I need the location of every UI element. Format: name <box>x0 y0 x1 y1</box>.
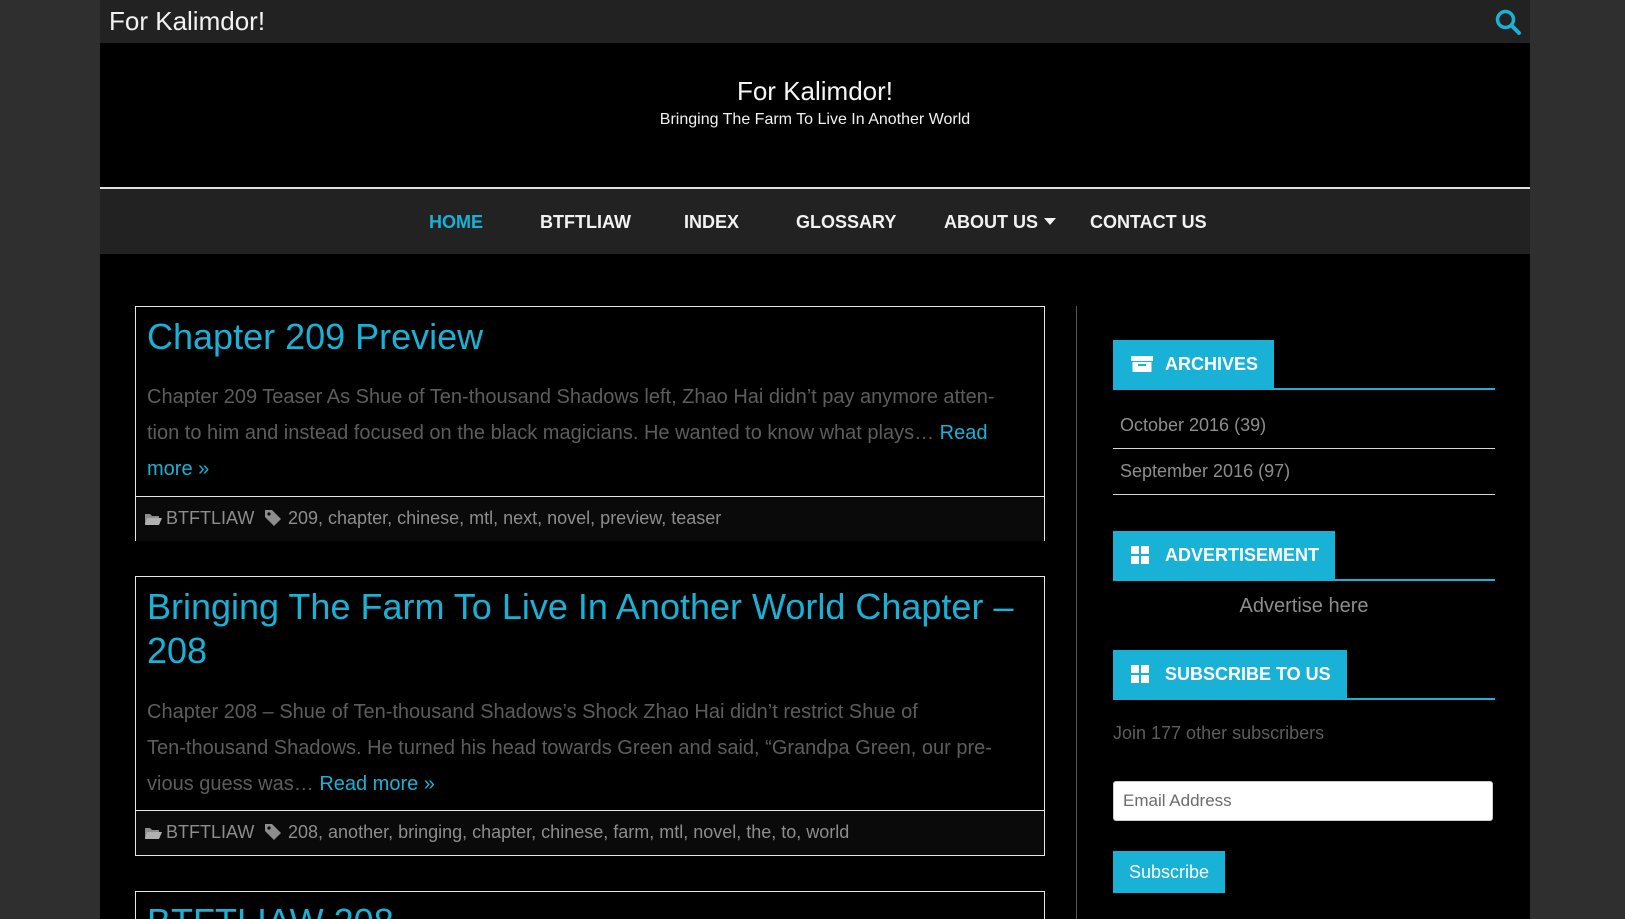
post-title[interactable]: Chapter 209 Preview <box>147 315 483 359</box>
archives-heading-text: ARCHIVES <box>1165 354 1259 374</box>
tag-links[interactable]: 208, another, bringing, chapter, chinese… <box>288 822 849 842</box>
site-tagline: Bringing The Farm To Live In Another Wor… <box>659 111 971 128</box>
excerpt-line: vious guess was… Read more » <box>147 766 1032 802</box>
subscribe-heading-text: SUBSCRIBE TO US <box>1165 664 1331 684</box>
category-link[interactable]: BTFTLIAW <box>166 822 254 842</box>
site-title[interactable]: For Kalimdor! <box>100 76 1530 107</box>
nav-item-home[interactable]: HOME <box>429 212 483 233</box>
archives-heading: ARCHIVES <box>1113 340 1275 388</box>
chevron-down-icon <box>1044 217 1056 225</box>
advertise-here-text: Advertise here <box>1239 595 1369 617</box>
excerpt-text: vious guess was… <box>147 773 314 795</box>
post-card: BTFTLIAW 208 <box>135 891 1045 919</box>
tags-icon <box>265 824 281 840</box>
widgets-icon <box>1131 546 1149 564</box>
tag-links[interactable]: 209, chapter, chinese, mtl, next, novel,… <box>288 508 721 528</box>
top-site-name[interactable]: For Kalimdor! <box>109 6 265 37</box>
read-more-link-continued[interactable]: more » <box>147 451 1032 487</box>
post-title[interactable]: BTFTLIAW 208 <box>147 900 394 919</box>
subscriber-count-text: Join 177 other subscribers <box>1113 723 1325 743</box>
category-link[interactable]: BTFTLIAW <box>166 508 254 528</box>
excerpt-line: Chapter 209 Teaser As Shue of Ten-thousa… <box>147 386 995 408</box>
main-nav: HOME BTFTLIAW INDEX GLOSSARY ABOUT US CO… <box>100 189 1530 254</box>
archive-box-icon <box>1131 356 1153 372</box>
post-card: Chapter 209 Preview Chapter 209 Teaser A… <box>135 306 1045 541</box>
page-container: For Kalimdor! For Kalimdor! Bringing The… <box>100 0 1530 919</box>
content-sidebar-divider <box>1076 306 1077 919</box>
archives-widget-header: ARCHIVES <box>1113 340 1495 390</box>
site-header: For Kalimdor! Bringing The Farm To Live … <box>100 43 1530 187</box>
nav-item-index[interactable]: INDEX <box>684 212 739 233</box>
nav-item-contact-us[interactable]: CONTACT US <box>1090 212 1207 233</box>
post-category: BTFTLIAW <box>144 822 254 843</box>
post-title-line: 208 <box>147 630 208 671</box>
advertisement-heading-text: ADVERTISEMENT <box>1165 545 1320 565</box>
nav-item-glossary[interactable]: GLOSSARY <box>796 212 896 233</box>
nav-item-btftliaw[interactable]: BTFTLIAW <box>540 212 631 233</box>
excerpt-line: Ten-thousand Shadows. He turned his head… <box>147 737 992 759</box>
folder-icon <box>145 514 162 525</box>
advertisement-widget-header: ADVERTISEMENT <box>1113 531 1495 581</box>
nav-item-about-us-label: ABOUT US <box>944 212 1038 232</box>
post-excerpt: Chapter 209 Teaser As Shue of Ten-thousa… <box>147 379 1032 487</box>
post-tags: 208, another, bringing, chapter, chinese… <box>264 822 849 843</box>
archive-item-october-2016[interactable]: October 2016 (39) <box>1113 403 1495 449</box>
top-bar: For Kalimdor! <box>100 0 1530 43</box>
post-title-line: Bringing The Farm To Live In Another Wor… <box>147 586 1014 627</box>
tags-icon <box>265 510 281 526</box>
excerpt-line: Chapter 208 – Shue of Ten-thousand Shado… <box>147 701 918 723</box>
post-meta: BTFTLIAW 209, chapter, chinese, mtl, nex… <box>136 496 1044 541</box>
post-excerpt: Chapter 208 – Shue of Ten-thousand Shado… <box>147 694 1032 802</box>
email-field[interactable] <box>1113 781 1493 821</box>
read-more-link[interactable]: Read <box>940 422 988 444</box>
folder-icon <box>145 828 162 839</box>
subscribe-heading: SUBSCRIBE TO US <box>1113 650 1347 698</box>
post-meta: BTFTLIAW 208, another, bringing, chapter… <box>136 810 1044 855</box>
post-title[interactable]: Bringing The Farm To Live In Another Wor… <box>147 585 1013 673</box>
widgets-icon <box>1131 665 1149 683</box>
search-icon[interactable] <box>1494 8 1522 36</box>
read-more-link[interactable]: Read more » <box>319 773 435 795</box>
excerpt-text: tion to him and instead focused on the b… <box>147 422 935 444</box>
excerpt-line: tion to him and instead focused on the b… <box>147 415 1032 451</box>
subscribe-button[interactable]: Subscribe <box>1113 851 1225 893</box>
archive-item-september-2016[interactable]: September 2016 (97) <box>1113 449 1495 495</box>
subscribe-widget-header: SUBSCRIBE TO US <box>1113 650 1495 700</box>
advertisement-heading: ADVERTISEMENT <box>1113 531 1336 579</box>
post-card: Bringing The Farm To Live In Another Wor… <box>135 576 1045 856</box>
nav-item-about-us[interactable]: ABOUT US <box>944 212 1056 233</box>
post-category: BTFTLIAW <box>144 508 254 529</box>
post-tags: 209, chapter, chinese, mtl, next, novel,… <box>264 508 721 529</box>
